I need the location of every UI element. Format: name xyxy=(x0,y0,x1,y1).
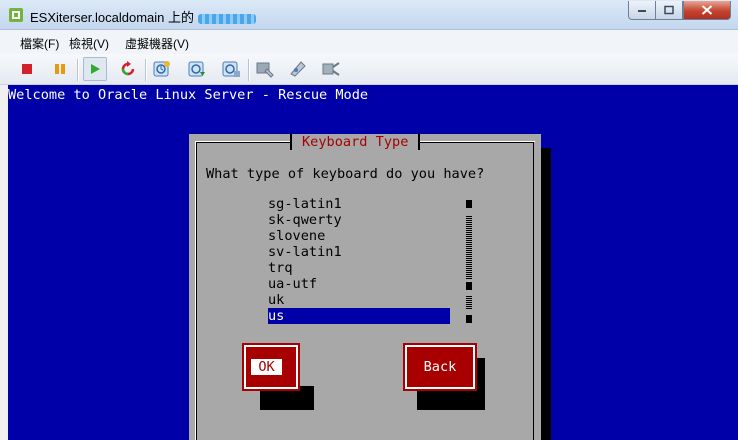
window-title: ESXiterser.localdomain 上的 xyxy=(30,7,257,26)
scroll-track-lower xyxy=(466,295,472,309)
ok-button[interactable]: OK xyxy=(242,343,300,391)
reset-button[interactable] xyxy=(116,57,140,81)
snapshot-manager-button[interactable] xyxy=(219,57,243,81)
list-item[interactable]: sg-latin1 xyxy=(268,196,450,212)
power-on-button[interactable] xyxy=(83,57,107,81)
reset-icon xyxy=(121,61,135,76)
ok-button-shadow xyxy=(260,386,314,410)
back-button[interactable]: Back xyxy=(403,343,477,391)
list-item[interactable]: ua-utf xyxy=(268,276,450,292)
close-button[interactable] xyxy=(683,1,731,20)
vm-settings-icon xyxy=(256,62,274,78)
menu-file[interactable]: 檔案(F) xyxy=(20,35,59,52)
toolbar xyxy=(0,54,738,85)
connect-device-icon xyxy=(322,62,340,76)
pause-icon xyxy=(55,64,65,74)
keyboard-listbox[interactable]: sg-latin1 sk-qwerty slovene sv-latin1 tr… xyxy=(268,196,474,326)
play-icon xyxy=(91,64,100,74)
menu-bar: 檔案(F) 檢視(V) 虛擬機器(V) xyxy=(0,30,738,54)
window-title-text: ESXiterser.localdomain 上的 xyxy=(30,10,195,25)
dialog-title: Keyboard Type xyxy=(290,134,421,150)
vm-settings-button[interactable] xyxy=(253,57,277,81)
close-icon xyxy=(701,5,713,15)
list-item[interactable]: uk xyxy=(268,292,450,308)
connect-device-button[interactable] xyxy=(319,57,343,81)
snapshot-manager-icon xyxy=(222,61,240,77)
minimize-icon xyxy=(638,10,646,12)
list-item[interactable]: trq xyxy=(268,260,450,276)
scroll-up-arrow[interactable] xyxy=(466,200,472,208)
console-options-icon xyxy=(290,61,306,77)
suspend-button[interactable] xyxy=(48,57,72,81)
list-item[interactable]: slovene xyxy=(268,228,450,244)
snapshot-revert-icon xyxy=(188,61,205,77)
list-item[interactable]: sk-qwerty xyxy=(268,212,450,228)
scroll-thumb[interactable] xyxy=(466,282,472,290)
vm-console[interactable]: Welcome to Oracle Linux Server - Rescue … xyxy=(8,85,738,440)
window-title-redacted-vm-name xyxy=(198,13,257,24)
menu-vm[interactable]: 虛擬機器(V) xyxy=(125,35,189,52)
scroll-down-arrow[interactable] xyxy=(466,315,472,323)
maximize-button[interactable] xyxy=(656,1,683,20)
dialog-question: What type of keyboard do you have? xyxy=(206,166,485,182)
vsphere-client-icon xyxy=(8,7,24,23)
console-options-button[interactable] xyxy=(286,57,310,81)
rescue-header: Welcome to Oracle Linux Server - Rescue … xyxy=(8,87,369,103)
snapshot-take-icon xyxy=(153,61,170,77)
list-item[interactable]: sv-latin1 xyxy=(268,244,450,260)
take-snapshot-button[interactable] xyxy=(150,57,174,81)
menu-view[interactable]: 檢視(V) xyxy=(69,35,109,52)
revert-snapshot-button[interactable] xyxy=(185,57,209,81)
maximize-icon xyxy=(664,5,674,15)
list-scrollbar[interactable] xyxy=(466,200,472,323)
back-button-label: Back xyxy=(423,359,457,375)
window-titlebar[interactable]: ESXiterser.localdomain 上的 xyxy=(0,0,738,30)
minimize-button[interactable] xyxy=(628,1,656,20)
scroll-track-upper xyxy=(466,215,472,279)
keyboard-type-dialog: Keyboard Type What type of keyboard do y… xyxy=(189,134,541,440)
stop-icon xyxy=(22,64,32,74)
list-item-selected[interactable]: us xyxy=(268,308,450,324)
ok-button-label: OK xyxy=(251,359,282,375)
power-off-button[interactable] xyxy=(15,57,39,81)
